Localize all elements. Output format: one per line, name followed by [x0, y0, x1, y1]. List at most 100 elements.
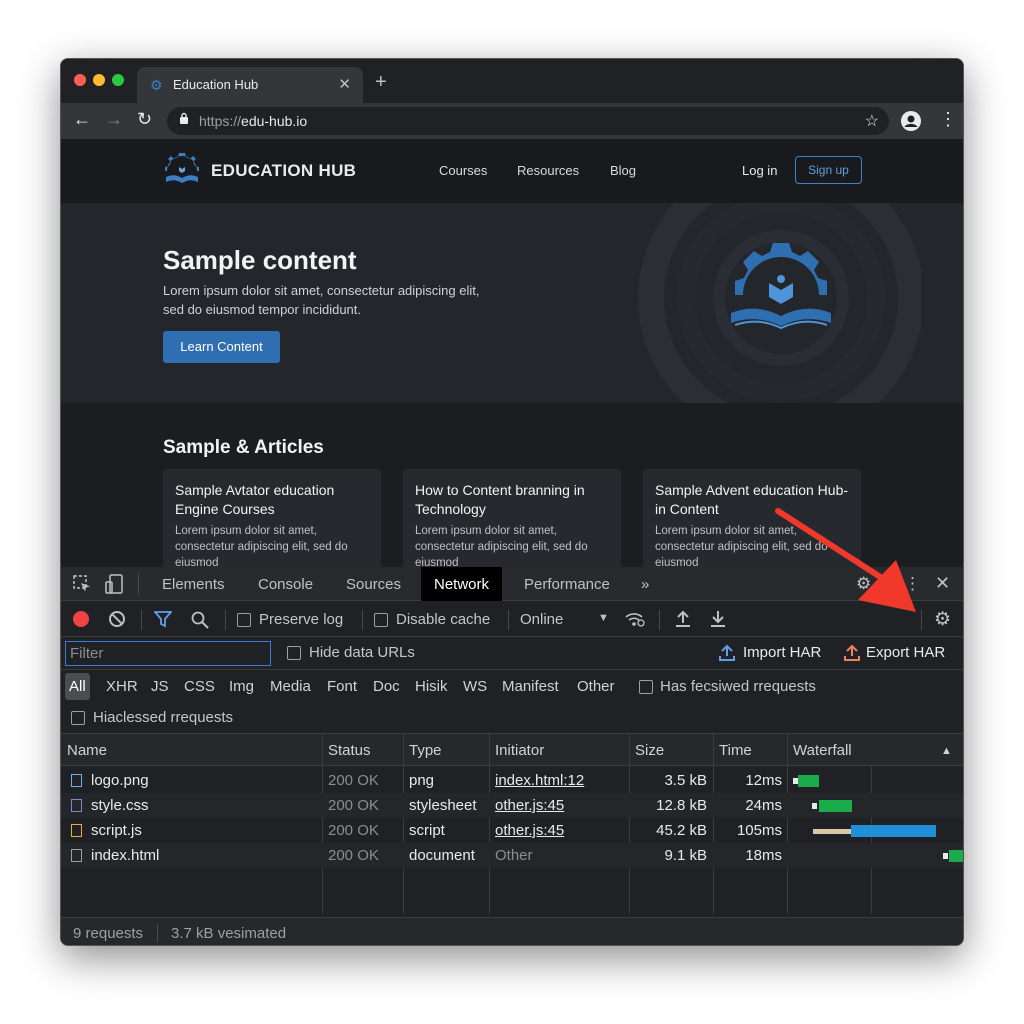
close-window-button[interactable] — [74, 74, 86, 86]
learn-content-button[interactable]: Learn Content — [163, 331, 280, 363]
table-row[interactable]: index.html 200 OK document Other 9.1 kB … — [61, 843, 963, 868]
network-settings-gear-icon[interactable]: ⚙ — [934, 608, 951, 631]
article-card[interactable]: Sample Avtator education Engine Courses … — [163, 469, 381, 567]
import-icon[interactable] — [719, 644, 735, 662]
hide-data-urls-checkbox[interactable] — [287, 646, 301, 660]
type-filter-ws[interactable]: WS — [463, 678, 487, 695]
table-row[interactable]: script.js 200 OK script other.js:45 45.2… — [61, 818, 963, 843]
column-header-waterfall[interactable]: Waterfall — [793, 742, 852, 759]
export-icon[interactable] — [844, 644, 860, 662]
forward-icon[interactable]: → — [105, 109, 123, 130]
hide-data-urls-label: Hide data URLs — [309, 644, 415, 661]
back-icon[interactable]: ← — [73, 109, 91, 130]
request-initiator[interactable]: other.js:45 — [495, 822, 564, 839]
type-filter-font[interactable]: Font — [327, 678, 357, 695]
close-devtools-icon[interactable]: ✕ — [935, 573, 950, 594]
request-initiator: Other — [495, 847, 533, 864]
article-card[interactable]: How to Content branning in Technology Lo… — [403, 469, 621, 567]
browser-menu-icon[interactable]: ⋮ — [939, 109, 957, 130]
inspect-element-icon[interactable] — [73, 575, 91, 593]
minimize-window-button[interactable] — [93, 74, 105, 86]
type-filter-manifest[interactable]: Manifest — [502, 678, 559, 695]
type-filter-xhr[interactable]: XHR — [106, 678, 138, 695]
settings-gear-icon[interactable]: ⚙ — [856, 574, 871, 594]
type-filter-all[interactable]: All — [65, 673, 90, 700]
tab-console[interactable]: Console — [258, 576, 313, 593]
article-card-text: Lorem ipsum dolor sit amet, consectetur … — [175, 525, 348, 567]
download-icon[interactable] — [710, 610, 726, 628]
chevron-down-icon[interactable]: ▼ — [598, 612, 609, 624]
column-header-type[interactable]: Type — [409, 742, 442, 759]
divider — [141, 610, 142, 630]
maximize-window-button[interactable] — [112, 74, 124, 86]
education-logo-icon — [165, 153, 199, 183]
request-initiator[interactable]: other.js:45 — [495, 797, 564, 814]
upload-icon[interactable] — [675, 610, 691, 628]
bookmark-star-icon[interactable]: ☆ — [865, 111, 879, 131]
reload-icon[interactable]: ↻ — [137, 109, 152, 130]
tab-network[interactable]: Network — [421, 567, 503, 601]
column-header-size[interactable]: Size — [635, 742, 664, 759]
filter-input[interactable] — [65, 641, 271, 666]
devtools-menu-icon[interactable]: ⋮ — [904, 574, 921, 594]
tab-elements[interactable]: Elements — [162, 576, 225, 593]
tab-sources[interactable]: Sources — [346, 576, 401, 593]
article-card[interactable]: Sample Advent education Hub-in Content L… — [643, 469, 861, 567]
waterfall-bar — [851, 825, 936, 837]
column-header-status[interactable]: Status — [328, 742, 371, 759]
network-status-bar: 9 requests 3.7 kB vesimated — [61, 917, 963, 945]
devtools-panel: Elements Console Sources Network Perform… — [61, 567, 963, 945]
throttling-select[interactable]: Online — [520, 611, 563, 628]
new-tab-icon[interactable]: + — [375, 71, 387, 94]
request-status: 200 OK — [328, 847, 379, 864]
request-initiator[interactable]: index.html:12 — [495, 772, 584, 789]
sort-ascending-icon[interactable]: ▲ — [941, 745, 952, 757]
article-card-title: Sample Avtator education Engine Courses — [175, 482, 335, 517]
divider — [659, 610, 660, 630]
import-har-button[interactable]: Import HAR — [743, 644, 821, 661]
network-conditions-icon[interactable] — [624, 611, 646, 628]
close-tab-icon[interactable]: ✕ — [338, 75, 351, 93]
nav-blog[interactable]: Blog — [610, 163, 636, 178]
divider — [157, 924, 158, 942]
waterfall-queue-bar — [943, 853, 948, 859]
type-filter-js[interactable]: JS — [151, 678, 169, 695]
nav-courses[interactable]: Courses — [439, 163, 487, 178]
device-toolbar-icon[interactable] — [105, 574, 125, 594]
request-time: 24ms — [745, 797, 782, 814]
stylesheet-file-icon — [71, 799, 82, 812]
type-filter-other[interactable]: Other — [577, 678, 615, 695]
login-link[interactable]: Log in — [742, 163, 777, 178]
preserve-log-checkbox[interactable] — [237, 613, 251, 627]
transferred-size: 3.7 kB vesimated — [171, 925, 287, 942]
search-icon[interactable] — [191, 611, 209, 629]
type-filter-doc[interactable]: Doc — [373, 678, 400, 695]
nav-resources[interactable]: Resources — [517, 163, 579, 178]
type-filter-media[interactable]: Media — [270, 678, 311, 695]
address-bar[interactable]: https://edu-hub.io ☆ — [167, 107, 889, 135]
export-har-button[interactable]: Export HAR — [866, 644, 945, 661]
column-header-initiator[interactable]: Initiator — [495, 742, 544, 759]
browser-tab[interactable]: ⚙ Education Hub ✕ — [137, 67, 363, 103]
type-filter-css[interactable]: CSS — [184, 678, 215, 695]
tab-performance[interactable]: Performance — [524, 576, 610, 593]
disable-cache-checkbox[interactable] — [374, 613, 388, 627]
signup-button[interactable]: Sign up — [795, 156, 862, 184]
url-text: https://edu-hub.io — [199, 113, 308, 129]
type-filter-hisik[interactable]: Hisik — [415, 678, 448, 695]
table-row[interactable]: style.css 200 OK stylesheet other.js:45 … — [61, 793, 963, 818]
record-button[interactable] — [73, 611, 89, 627]
blocked-requests-checkbox[interactable] — [71, 711, 85, 725]
preserve-log-label: Preserve log — [259, 611, 344, 628]
more-tabs-icon[interactable]: » — [641, 576, 649, 593]
profile-avatar-icon[interactable] — [901, 111, 921, 131]
column-header-time[interactable]: Time — [719, 742, 752, 759]
tab-title: Education Hub — [173, 77, 259, 92]
has-requests-checkbox[interactable] — [639, 680, 653, 694]
type-filter-img[interactable]: Img — [229, 678, 254, 695]
filter-icon[interactable] — [154, 611, 172, 628]
table-row[interactable]: logo.png 200 OK png index.html:12 3.5 kB… — [61, 768, 963, 793]
column-header-name[interactable]: Name — [67, 742, 107, 759]
lock-icon — [180, 112, 188, 124]
clear-icon[interactable] — [109, 611, 125, 627]
